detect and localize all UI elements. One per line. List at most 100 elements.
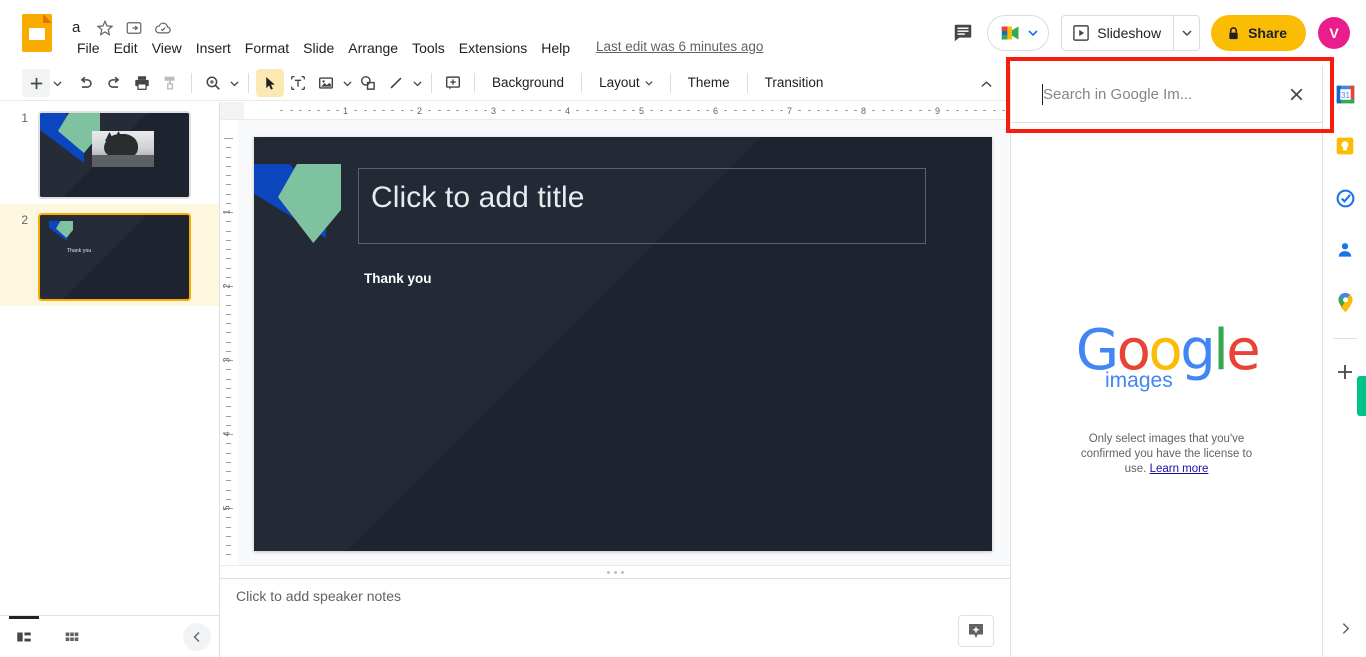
slide-filmstrip[interactable]: 1 2 Thank you — [0, 102, 220, 615]
slideshow-button[interactable]: Slideshow — [1062, 16, 1173, 50]
ruler-number: 1 — [343, 106, 349, 116]
menu-bar: File Edit View Insert Format Slide Arran… — [70, 37, 577, 60]
share-button[interactable]: Share — [1211, 15, 1306, 51]
title-placeholder-box[interactable]: Click to add title — [358, 168, 926, 244]
ruler-tick — [224, 138, 233, 139]
ruler-tick — [226, 489, 231, 491]
document-title[interactable]: a — [72, 18, 80, 38]
filmstrip-slide-2[interactable]: 2 Thank you — [0, 204, 219, 306]
zoom-caret[interactable] — [227, 69, 241, 97]
zoom-button[interactable] — [199, 69, 227, 97]
menu-edit[interactable]: Edit — [107, 37, 145, 60]
explore-button[interactable] — [958, 615, 994, 647]
toolbar-divider — [191, 73, 192, 93]
notes-splitter[interactable] — [220, 565, 1010, 579]
ruler-tick — [280, 110, 284, 111]
ruler-tick — [298, 110, 302, 111]
ruler-tick — [724, 110, 728, 111]
filmstrip-collapse-button[interactable] — [183, 622, 211, 651]
slide-thumbnail[interactable]: Thank you — [38, 213, 191, 301]
theme-button[interactable]: Theme — [678, 70, 740, 96]
slides-logo-icon[interactable] — [22, 14, 52, 52]
ruler-tick — [437, 110, 441, 111]
layout-button[interactable]: Layout — [589, 70, 663, 96]
avatar[interactable]: V — [1318, 17, 1350, 49]
menu-extensions[interactable]: Extensions — [452, 37, 534, 60]
select-tool-button[interactable] — [256, 69, 284, 97]
menu-file[interactable]: File — [70, 37, 107, 60]
transition-button[interactable]: Transition — [755, 70, 834, 96]
ruler-tick — [548, 110, 552, 111]
zoom-icon — [206, 76, 220, 90]
filmstrip-view-button[interactable] — [0, 615, 48, 657]
ruler-tick — [226, 406, 231, 408]
menu-arrange[interactable]: Arrange — [341, 37, 405, 60]
side-rail-collapse-button[interactable] — [1331, 614, 1359, 642]
share-label: Share — [1248, 25, 1287, 41]
undo-button[interactable] — [72, 69, 100, 97]
ruler-tick — [226, 526, 231, 528]
search-in-google-images-input[interactable]: Search in Google Im... — [1011, 66, 1277, 122]
ruler-tick — [354, 110, 358, 111]
ruler-tick — [226, 313, 231, 315]
ruler-tick — [964, 110, 968, 111]
side-panel-tab[interactable] — [1357, 376, 1366, 416]
layout-label: Layout — [599, 75, 640, 90]
line-caret[interactable] — [410, 69, 424, 97]
slideshow-dropdown-caret[interactable] — [1173, 16, 1199, 50]
menu-view[interactable]: View — [145, 37, 189, 60]
menu-insert[interactable]: Insert — [189, 37, 238, 60]
google-keep-icon[interactable] — [1329, 130, 1361, 162]
ruler-tick — [853, 110, 857, 111]
move-to-folder-icon[interactable] — [125, 19, 143, 37]
insert-image-caret[interactable] — [340, 69, 354, 97]
ruler-tick — [226, 258, 231, 260]
add-comment-button[interactable] — [439, 69, 467, 97]
cloud-saved-icon[interactable] — [154, 19, 172, 37]
speaker-notes-area[interactable]: Click to add speaker notes — [220, 579, 1010, 657]
last-edit-status[interactable]: Last edit was 6 minutes ago — [596, 39, 763, 54]
top-bar: a File Edit View Insert Format Slide Arr… — [0, 0, 1366, 65]
shape-button[interactable] — [354, 69, 382, 97]
google-calendar-icon[interactable]: 31 — [1329, 78, 1361, 110]
slide-thumbnail[interactable] — [38, 111, 191, 199]
comment-history-icon[interactable] — [943, 13, 983, 53]
text-box-button[interactable] — [284, 69, 312, 97]
speaker-notes-placeholder: Click to add speaker notes — [236, 588, 401, 604]
paint-format-button[interactable] — [156, 69, 184, 97]
ruler-tick — [317, 110, 321, 111]
grid-view-button[interactable] — [48, 616, 96, 657]
google-contacts-icon[interactable] — [1329, 234, 1361, 266]
clear-search-button[interactable] — [1277, 66, 1315, 122]
google-meet-button[interactable] — [987, 15, 1050, 51]
ruler-tick — [659, 110, 663, 111]
google-maps-icon[interactable] — [1329, 286, 1361, 318]
ruler-tick — [770, 110, 774, 111]
ruler-tick — [226, 147, 231, 149]
toolbar-collapse-button[interactable] — [972, 70, 1000, 98]
ruler-tick — [992, 110, 996, 111]
main-toolbar: Background Layout Theme Transition — [0, 66, 1010, 101]
menu-help[interactable]: Help — [534, 37, 577, 60]
new-slide-button[interactable] — [22, 69, 50, 97]
print-button[interactable] — [128, 69, 156, 97]
background-button[interactable]: Background — [482, 70, 574, 96]
ruler-tick — [650, 110, 654, 111]
current-slide[interactable]: Click to add title Thank you — [254, 137, 992, 551]
line-button[interactable] — [382, 69, 410, 97]
slide-body-text[interactable]: Thank you — [364, 271, 432, 286]
filmstrip-slide-1[interactable]: 1 — [0, 102, 219, 204]
star-icon[interactable] — [96, 19, 114, 37]
google-tasks-icon[interactable] — [1329, 182, 1361, 214]
ruler-tick — [668, 110, 672, 111]
title-placeholder-text: Click to add title — [371, 181, 585, 214]
menu-format[interactable]: Format — [238, 37, 296, 60]
insert-image-button[interactable] — [312, 69, 340, 97]
ruler-tick — [226, 221, 231, 223]
menu-tools[interactable]: Tools — [405, 37, 452, 60]
learn-more-link[interactable]: Learn more — [1150, 463, 1209, 475]
google-slides-window: a File Edit View Insert Format Slide Arr… — [0, 0, 1366, 657]
new-slide-caret[interactable] — [50, 69, 64, 97]
redo-button[interactable] — [100, 69, 128, 97]
menu-slide[interactable]: Slide — [296, 37, 341, 60]
